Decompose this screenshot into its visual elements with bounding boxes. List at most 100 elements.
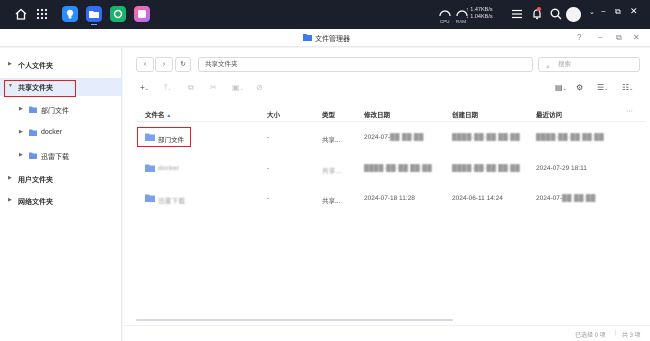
expand-arrow-icon[interactable]: ▶ — [19, 129, 23, 135]
sort-icon[interactable]: ☷⌄ — [622, 83, 633, 92]
folder-icon — [29, 106, 37, 113]
sidebar-item-network-folder[interactable]: ▶ 网络文件夹 — [0, 192, 122, 210]
network-download-speed: ↓ 1.04KB/s — [466, 14, 493, 20]
file-name[interactable]: docker — [158, 165, 179, 172]
total-count: 共 3 项 — [622, 333, 641, 339]
file-accessed: 2024-07-29 18:11 — [536, 165, 587, 172]
expand-arrow-icon[interactable]: ▶ — [19, 152, 23, 158]
minimize-all-icon[interactable]: − — [601, 7, 606, 16]
search-icon[interactable] — [549, 7, 563, 21]
folder-icon — [303, 34, 312, 41]
new-button[interactable]: +⌄ — [140, 83, 149, 92]
user-avatar[interactable] — [566, 7, 581, 22]
file-created-redacted: ████-██-██ ██:██ — [452, 165, 521, 172]
restore-window-icon[interactable]: ⧉ — [615, 7, 621, 17]
column-header-modified[interactable]: 修改日期 — [364, 109, 390, 119]
ram-label: RAM — [456, 19, 466, 24]
forward-button[interactable]: › — [155, 57, 173, 72]
maximize-button[interactable]: ⧉ — [616, 33, 622, 43]
active-app-indicator — [91, 24, 97, 25]
settings-gear-icon[interactable]: ⚙ — [576, 83, 583, 92]
help-button[interactable]: ? — [577, 33, 581, 42]
folder-icon — [29, 152, 37, 159]
search-input[interactable]: ⌕ 搜索 — [538, 57, 640, 72]
file-accessed-redacted: ████-██-██ ██:██ — [536, 134, 605, 141]
close-window-icon[interactable]: ✕ — [630, 6, 638, 17]
shared-folder-icon — [145, 164, 155, 172]
close-button[interactable]: ✕ — [633, 33, 640, 42]
upload-button[interactable]: ⤒⌄ — [164, 83, 172, 93]
expand-arrow-icon[interactable]: ▶ — [8, 197, 12, 203]
highlight-box — [4, 80, 76, 97]
file-name[interactable]: 迅雷下载 — [158, 195, 185, 205]
copy-icon[interactable]: ⧉ — [188, 83, 194, 93]
sort-asc-icon: ▲ — [166, 113, 172, 119]
cpu-gauge-icon[interactable] — [438, 6, 452, 20]
sidebar-item-label: 用户文件夹 — [18, 177, 53, 184]
app-grid-icon[interactable] — [35, 7, 49, 21]
selected-count: 已选择 0 项 — [575, 333, 606, 339]
refresh-button[interactable]: ↻ — [175, 57, 191, 72]
share-link-icon[interactable]: ⊘ — [256, 83, 263, 92]
file-modified: 2024-07-██ ██:██ — [364, 134, 424, 141]
sidebar-item-thunder-download[interactable]: ▶ 迅雷下载 — [0, 147, 122, 165]
sidebar-item-docker[interactable]: ▶ docker — [0, 124, 122, 142]
sidebar-item-label: 个人文件夹 — [18, 63, 53, 70]
path-bar[interactable]: 共享文件夹 — [198, 57, 533, 72]
column-header-name[interactable]: 文件名 ▲ — [145, 109, 171, 119]
file-size: - — [267, 195, 270, 202]
sidebar-item-user-folder[interactable]: ▶ 用户文件夹 — [0, 170, 122, 188]
file-size: - — [267, 165, 270, 172]
search-placeholder: 搜索 — [558, 61, 571, 68]
column-header-created[interactable]: 创建日期 — [452, 109, 478, 119]
file-type: 共享... — [322, 137, 341, 144]
file-size: - — [267, 134, 270, 141]
sidebar-item-label: 部门文件 — [41, 108, 69, 115]
app-icon-file-manager[interactable] — [86, 6, 102, 22]
cpu-label: CPU — [440, 19, 450, 24]
column-header-type[interactable]: 类型 — [322, 109, 335, 119]
file-type: 共享... — [322, 198, 341, 205]
sidebar-item-label: 网络文件夹 — [18, 199, 53, 206]
file-modified: 2024-07-18 11:28 — [364, 195, 415, 202]
column-header-size[interactable]: 大小 — [267, 109, 280, 119]
back-button[interactable]: ‹ — [136, 57, 154, 72]
status-divider: | — [615, 330, 617, 336]
system-taskbar: CPU RAM ↑ 1.47KB/s ↓ 1.04KB/s ⌄ − ⧉ ✕ — [0, 0, 650, 29]
sidebar-item-label: docker — [41, 129, 63, 136]
file-created-redacted: ████-██-██ ██:██ — [452, 134, 521, 141]
window-titlebar: 文件管理器 ? − ⧉ ✕ — [0, 29, 650, 47]
more-columns-icon[interactable]: ··· — [626, 108, 633, 115]
view-mode-icon[interactable]: ☰⌄ — [597, 83, 608, 92]
horizontal-scrollbar[interactable] — [136, 319, 453, 321]
task-list-icon[interactable]: ▤⌄ — [555, 83, 567, 92]
shared-folder-icon — [145, 194, 155, 202]
folder-icon — [29, 129, 37, 136]
notification-badge — [537, 7, 541, 11]
sidebar-item-label: 迅雷下载 — [41, 154, 69, 161]
cut-icon[interactable]: ✂ — [210, 83, 217, 92]
expand-arrow-icon[interactable]: ▶ — [8, 175, 12, 181]
app-icon-sync[interactable] — [110, 6, 126, 22]
sidebar-item-personal-folder[interactable]: ▶ 个人文件夹 — [0, 56, 122, 74]
file-created: 2024-06-11 14:24 — [452, 195, 503, 202]
main-panel: ‹ › ↻ 共享文件夹 ⌕ 搜索 +⌄ ⤒⌄ ⧉ ✂ ▣⌄ ⊘ ▤⌄ ⚙ ☰⌄ … — [123, 48, 650, 341]
archive-icon[interactable]: ▣⌄ — [232, 83, 244, 92]
expand-arrow-icon[interactable]: ▶ — [19, 106, 23, 112]
home-icon[interactable] — [14, 7, 28, 21]
chevron-down-icon[interactable]: ⌄ — [589, 8, 595, 16]
sidebar-item-department-files[interactable]: ▶ 部门文件 — [0, 101, 122, 119]
header-divider — [136, 121, 646, 122]
window-title: 文件管理器 — [315, 36, 350, 43]
search-icon: ⌕ — [546, 64, 550, 71]
status-bar: 已选择 0 项 | 共 3 项 — [123, 325, 650, 341]
minimize-button[interactable]: − — [598, 33, 603, 42]
file-accessed: 2024-07-██ ██:██ — [536, 195, 596, 202]
network-speed[interactable]: ↑ 1.47KB/s ↓ 1.04KB/s — [466, 7, 493, 21]
app-icon-photos[interactable] — [134, 6, 150, 22]
expand-arrow-icon[interactable]: ▶ — [8, 61, 12, 67]
network-upload-speed: ↑ 1.47KB/s — [466, 7, 493, 13]
task-manager-icon[interactable] — [510, 7, 524, 21]
column-header-accessed[interactable]: 最近访问 — [536, 109, 562, 119]
app-icon-bulb[interactable] — [62, 6, 78, 22]
